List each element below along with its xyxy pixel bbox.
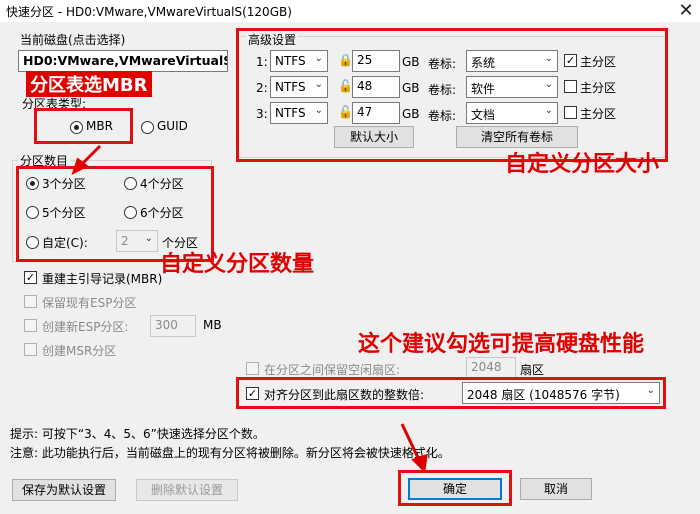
arrow-to-ok <box>400 423 422 463</box>
arrowhead-ok <box>411 453 428 474</box>
annotation-mbr: 分区表选MBR <box>26 71 152 97</box>
annotation-count: 自定义分区数量 <box>160 252 315 277</box>
annotation-size: 自定义分区大小 <box>505 152 660 177</box>
annotation-align: 这个建议勾选可提高硬盘性能 <box>358 332 645 357</box>
